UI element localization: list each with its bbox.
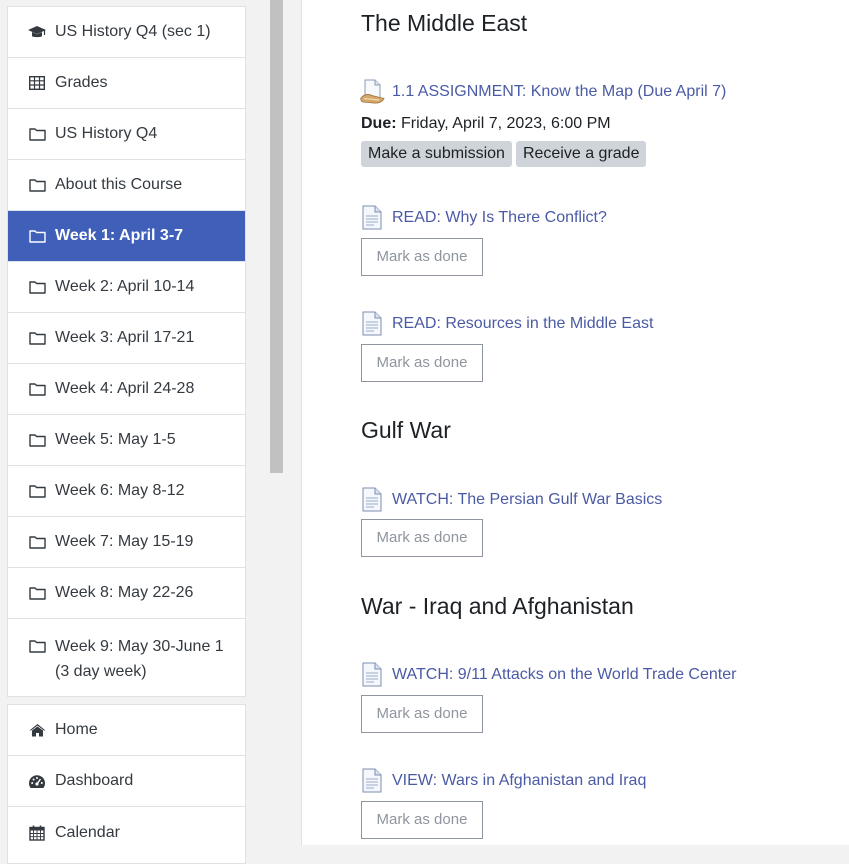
nav-item-label: US History Q4 (55, 125, 158, 142)
folder-icon (28, 638, 46, 654)
nav-item-section[interactable]: Week 2: April 10-14 (8, 262, 245, 313)
nav-item-label: Grades (55, 74, 108, 91)
sidebar-scrollbar-thumb[interactable] (270, 0, 283, 473)
nav-item-section-active[interactable]: Week 1: April 3-7 (8, 211, 245, 262)
assignment-icon (360, 79, 385, 104)
nav-item-grades[interactable]: Grades (8, 58, 245, 109)
site-nav: Home Dashboard Calendar (7, 704, 246, 864)
mark-as-done-button[interactable]: Mark as done (361, 519, 483, 557)
activity-page: READ: Resources in the Middle East (360, 311, 653, 336)
nav-item-section[interactable]: Week 4: April 24-28 (8, 364, 245, 415)
section-title: War - Iraq and Afghanistan (361, 593, 634, 619)
due-label: Due: (361, 115, 397, 132)
folder-icon (28, 381, 46, 397)
nav-item-section[interactable]: Week 7: May 15-19 (8, 517, 245, 568)
nav-item-calendar[interactable]: Calendar (8, 807, 245, 858)
graduation-cap-icon (28, 24, 46, 40)
activity-page: WATCH: 9/11 Attacks on the World Trade C… (360, 662, 736, 687)
mark-as-done-button[interactable]: Mark as done (361, 344, 483, 382)
activity-page: READ: Why Is There Conflict? (360, 205, 607, 230)
nav-item-label: Week 2: April 10-14 (55, 278, 195, 295)
section-title: Gulf War (361, 417, 451, 443)
requirement-badge: Make a submission (361, 141, 512, 167)
folder-icon (28, 126, 46, 142)
requirement-badge: Receive a grade (515, 141, 647, 167)
mark-as-done-button[interactable]: Mark as done (361, 695, 483, 733)
mark-as-done-button[interactable]: Mark as done (361, 238, 483, 276)
page-icon (360, 768, 385, 793)
page-icon (360, 311, 385, 336)
folder-icon (28, 330, 46, 346)
nav-item-section[interactable]: About this Course (8, 160, 245, 211)
nav-item-dashboard[interactable]: Dashboard (8, 756, 245, 807)
home-icon (28, 722, 46, 738)
resource-link[interactable]: WATCH: 9/11 Attacks on the World Trade C… (392, 666, 736, 684)
nav-item-label: Week 3: April 17-21 (55, 329, 195, 346)
nav-item-label: Week 5: May 1-5 (55, 431, 176, 448)
nav-item-label: Week 6: May 8-12 (55, 482, 185, 499)
due-value: Friday, April 7, 2023, 6:00 PM (396, 115, 611, 132)
activity-page: VIEW: Wars in Afghanistan and Iraq (360, 768, 646, 793)
due-date: Due: Friday, April 7, 2023, 6:00 PM (361, 115, 611, 133)
mark-as-done-button[interactable]: Mark as done (361, 801, 483, 839)
table-icon (28, 75, 46, 91)
page-icon (360, 487, 385, 512)
nav-item-label: Week 9: May 30-June 1 (3 day week) (55, 638, 224, 680)
completion-requirements: Make a submission Receive a grade (361, 141, 647, 167)
nav-item-label: Home (55, 721, 98, 738)
course-nav: US History Q4 (sec 1) Grades US History … (7, 6, 246, 697)
nav-item-section[interactable]: Week 5: May 1-5 (8, 415, 245, 466)
activity-page: WATCH: The Persian Gulf War Basics (360, 487, 662, 512)
nav-item-section[interactable]: Week 3: April 17-21 (8, 313, 245, 364)
page-icon (360, 205, 385, 230)
folder-icon (28, 585, 46, 601)
folder-icon (28, 432, 46, 448)
assignment-link[interactable]: 1.1 ASSIGNMENT: Know the Map (Due April … (392, 83, 726, 101)
folder-icon (28, 279, 46, 295)
nav-item-label: About this Course (55, 176, 183, 193)
section-title: The Middle East (361, 10, 528, 36)
folder-icon (28, 177, 46, 193)
nav-item-section[interactable]: Week 6: May 8-12 (8, 466, 245, 517)
resource-link[interactable]: READ: Resources in the Middle East (392, 315, 653, 333)
page-icon (360, 662, 385, 687)
course-content: The Middle East 1.1 ASSIGNMENT: Know the… (301, 0, 849, 845)
calendar-icon (28, 825, 46, 841)
nav-item-section[interactable]: Week 9: May 30-June 1 (3 day week) (8, 619, 245, 696)
resource-link[interactable]: READ: Why Is There Conflict? (392, 209, 607, 227)
nav-item-home[interactable]: Home (8, 705, 245, 756)
folder-icon (28, 483, 46, 499)
resource-link[interactable]: VIEW: Wars in Afghanistan and Iraq (392, 772, 646, 790)
nav-item-label: Calendar (55, 823, 120, 841)
folder-icon (28, 228, 46, 244)
nav-item-label: Week 7: May 15-19 (55, 533, 194, 550)
nav-item-label: US History Q4 (sec 1) (55, 23, 211, 40)
nav-item-section[interactable]: US History Q4 (8, 109, 245, 160)
nav-item-label: Week 8: May 22-26 (55, 584, 194, 601)
nav-item-course-home[interactable]: US History Q4 (sec 1) (8, 7, 245, 58)
dashboard-icon (28, 773, 46, 789)
folder-icon (28, 534, 46, 550)
nav-item-label: Week 4: April 24-28 (55, 380, 195, 397)
nav-item-section[interactable]: Week 8: May 22-26 (8, 568, 245, 619)
nav-item-label: Dashboard (55, 772, 134, 789)
activity-assignment: 1.1 ASSIGNMENT: Know the Map (Due April … (360, 79, 726, 104)
resource-link[interactable]: WATCH: The Persian Gulf War Basics (392, 491, 662, 509)
nav-item-label: Week 1: April 3-7 (55, 227, 184, 244)
